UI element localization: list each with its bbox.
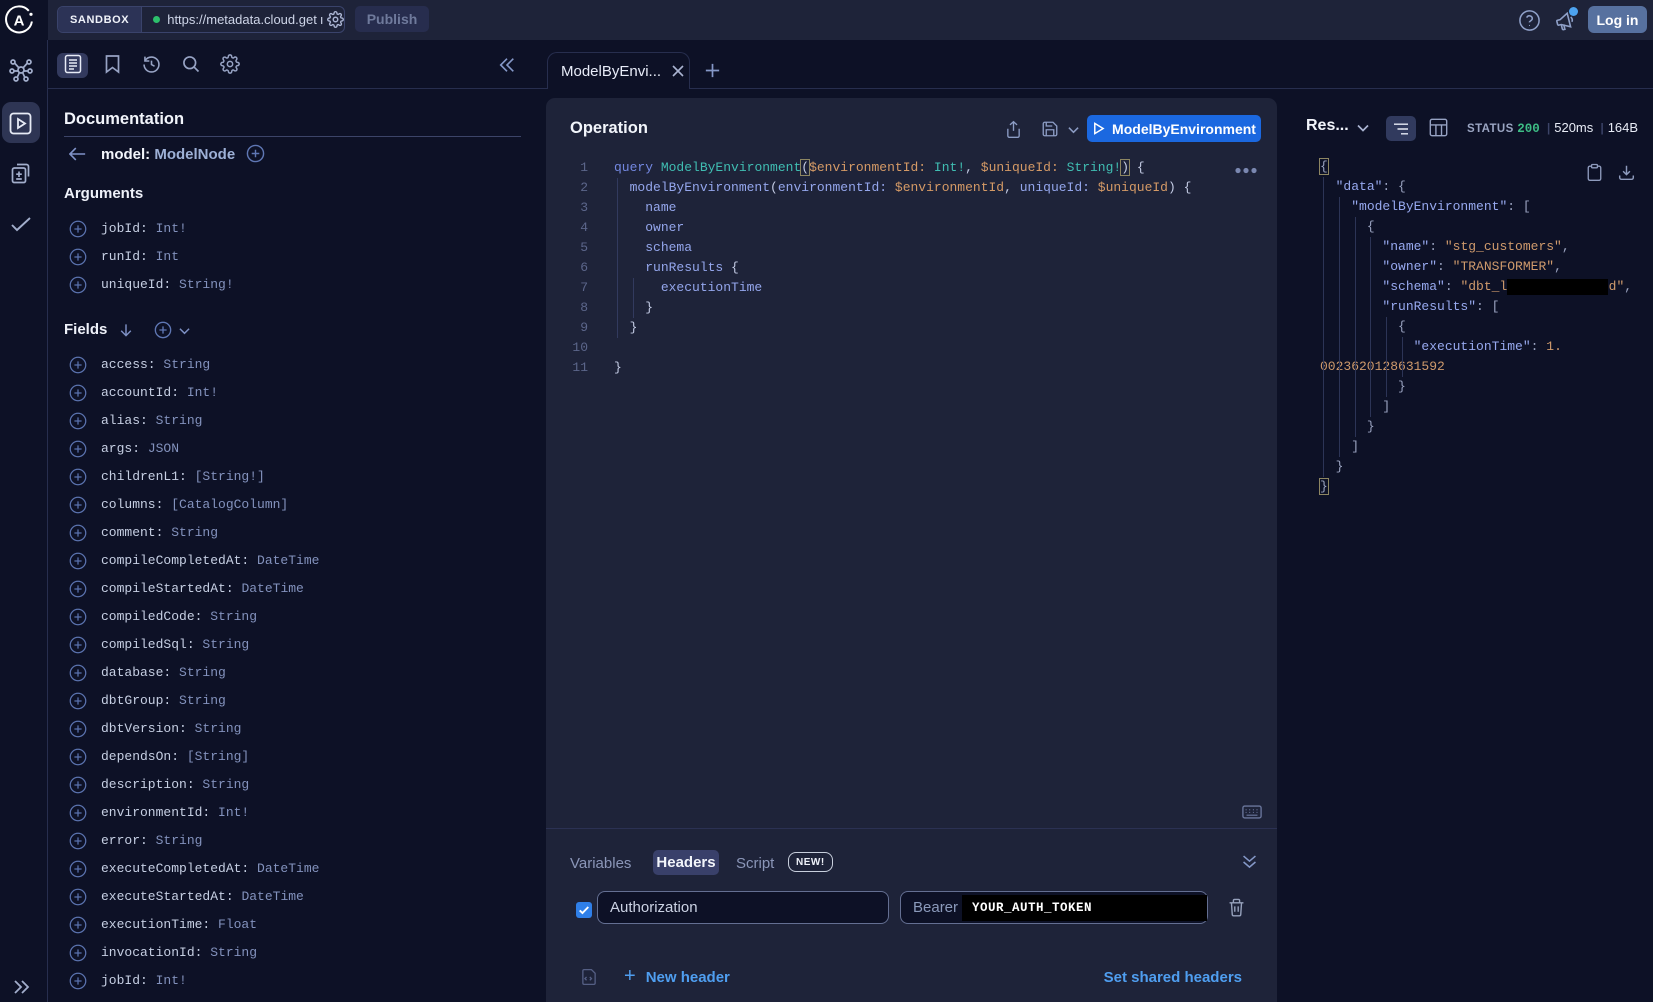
svg-text:A: A [14,13,25,30]
